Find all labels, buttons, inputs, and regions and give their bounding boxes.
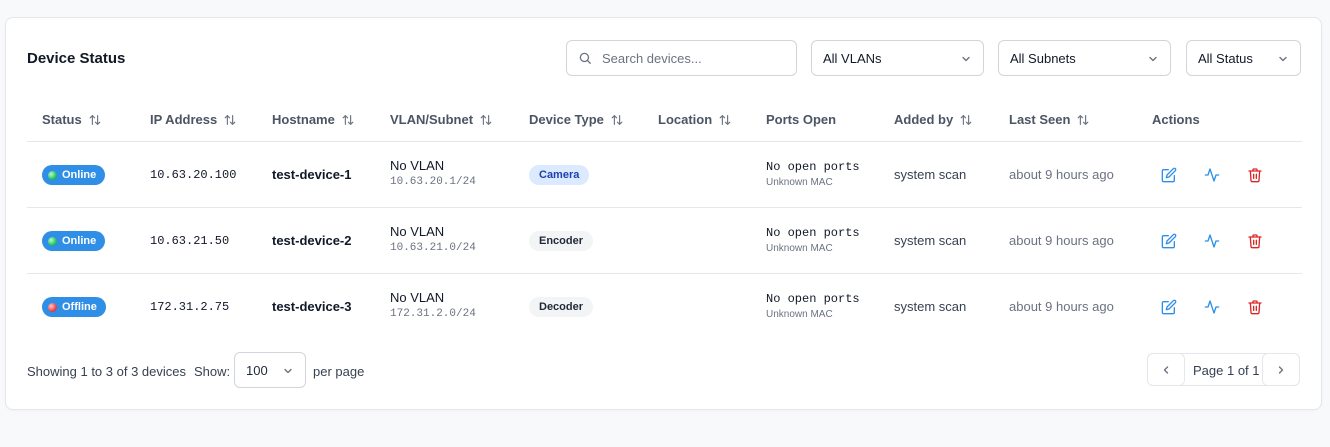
subnet: 10.63.21.0/24 xyxy=(390,242,476,254)
device-type-badge: Encoder xyxy=(529,231,594,251)
subnet: 10.63.20.1/24 xyxy=(390,176,476,188)
status-filter-select[interactable]: All Status xyxy=(1186,40,1301,76)
added-by: system scan xyxy=(894,299,967,314)
search-box[interactable] xyxy=(566,40,797,76)
edit-icon[interactable] xyxy=(1161,167,1177,183)
sort-arrows-icon[interactable] xyxy=(1076,113,1090,127)
mac-address: Unknown MAC xyxy=(766,309,833,320)
chevron-right-icon xyxy=(1278,365,1284,374)
chevron-left-icon xyxy=(1163,365,1169,374)
table-row: Online 10.63.20.100 test-device-1 No VLA… xyxy=(27,142,1302,208)
search-input[interactable] xyxy=(602,41,792,75)
added-by: system scan xyxy=(894,167,967,182)
column-header-ip-address[interactable]: IP Address xyxy=(150,112,237,127)
device-status-card: Device Status All VLANs All Subnets All … xyxy=(5,17,1322,410)
chevron-down-icon xyxy=(284,368,292,374)
page-title: Device Status xyxy=(27,50,126,67)
ports-open: No open ports xyxy=(766,292,860,306)
status-filter-value: All Status xyxy=(1198,51,1253,66)
subnet: 172.31.2.0/24 xyxy=(390,308,476,320)
last-seen: about 9 hours ago xyxy=(1009,299,1114,314)
table-row: Online 10.63.21.50 test-device-2 No VLAN… xyxy=(27,208,1302,274)
activity-icon[interactable] xyxy=(1204,299,1220,315)
added-by: system scan xyxy=(894,233,967,248)
column-header-location[interactable]: Location xyxy=(658,112,732,127)
chevron-down-icon xyxy=(1279,56,1287,62)
vlan-name: No VLAN xyxy=(390,290,445,305)
ip-address: 10.63.21.50 xyxy=(150,234,230,248)
sort-arrows-icon[interactable] xyxy=(610,113,624,127)
ports-open: No open ports xyxy=(766,160,860,174)
edit-icon[interactable] xyxy=(1161,299,1177,315)
online-dot-icon xyxy=(48,170,57,180)
sort-arrows-icon[interactable] xyxy=(341,113,355,127)
column-header-last-seen[interactable]: Last Seen xyxy=(1009,112,1090,127)
column-header-status[interactable]: Status xyxy=(42,112,102,127)
status-badge: Offline xyxy=(42,297,106,317)
hostname[interactable]: test-device-3 xyxy=(272,299,351,314)
last-seen: about 9 hours ago xyxy=(1009,233,1114,248)
per-page-label: per page xyxy=(313,364,365,379)
column-header-actions: Actions xyxy=(1152,112,1200,127)
sort-arrows-icon[interactable] xyxy=(88,113,102,127)
last-seen: about 9 hours ago xyxy=(1009,167,1114,182)
offline-dot-icon xyxy=(48,302,57,312)
ports-open: No open ports xyxy=(766,226,860,240)
vlan-filter-value: All VLANs xyxy=(823,51,882,66)
status-badge: Online xyxy=(42,231,106,251)
sort-arrows-icon[interactable] xyxy=(223,113,237,127)
edit-icon[interactable] xyxy=(1161,233,1177,249)
subnet-filter-value: All Subnets xyxy=(1010,51,1076,66)
column-header-hostname[interactable]: Hostname xyxy=(272,112,355,127)
column-header-added-by[interactable]: Added by xyxy=(894,112,973,127)
activity-icon[interactable] xyxy=(1204,233,1220,249)
status-badge: Online xyxy=(42,165,106,185)
device-type-badge: Camera xyxy=(529,165,590,185)
trash-icon[interactable] xyxy=(1247,299,1263,315)
column-header-device-type[interactable]: Device Type xyxy=(529,112,624,127)
trash-icon[interactable] xyxy=(1247,167,1263,183)
ip-address: 172.31.2.75 xyxy=(150,300,230,314)
vlan-name: No VLAN xyxy=(390,158,445,173)
table-row: Offline 172.31.2.75 test-device-3 No VLA… xyxy=(27,274,1302,340)
activity-icon[interactable] xyxy=(1204,167,1220,183)
mac-address: Unknown MAC xyxy=(766,177,833,188)
search-icon xyxy=(579,52,591,64)
sort-arrows-icon[interactable] xyxy=(479,113,493,127)
device-type-badge: Decoder xyxy=(529,297,594,317)
page-indicator: Page 1 of 1 xyxy=(1193,363,1260,378)
column-header-vlan-subnet[interactable]: VLAN/Subnet xyxy=(390,112,493,127)
per-page-select[interactable]: 100 xyxy=(234,352,306,388)
showing-count: Showing 1 to 3 of 3 devices xyxy=(27,364,186,379)
trash-icon[interactable] xyxy=(1247,233,1263,249)
per-page-value: 100 xyxy=(246,363,268,378)
show-label: Show: xyxy=(194,364,231,379)
mac-address: Unknown MAC xyxy=(766,243,833,254)
table-header: Status IP Address Hostname VLAN/Subnet D… xyxy=(27,101,1302,142)
prev-page-button[interactable] xyxy=(1147,353,1185,386)
hostname[interactable]: test-device-1 xyxy=(272,167,351,182)
vlan-filter-select[interactable]: All VLANs xyxy=(811,40,984,76)
sort-arrows-icon[interactable] xyxy=(959,113,973,127)
pagination: Page 1 of 1 xyxy=(1147,353,1300,386)
chevron-down-icon xyxy=(962,56,970,62)
sort-arrows-icon[interactable] xyxy=(718,113,732,127)
hostname[interactable]: test-device-2 xyxy=(272,233,351,248)
chevron-down-icon xyxy=(1149,56,1157,62)
subnet-filter-select[interactable]: All Subnets xyxy=(998,40,1171,76)
online-dot-icon xyxy=(48,236,57,246)
vlan-name: No VLAN xyxy=(390,224,445,239)
next-page-button[interactable] xyxy=(1262,353,1300,386)
column-header-ports-open: Ports Open xyxy=(766,112,837,127)
ip-address: 10.63.20.100 xyxy=(150,168,237,182)
